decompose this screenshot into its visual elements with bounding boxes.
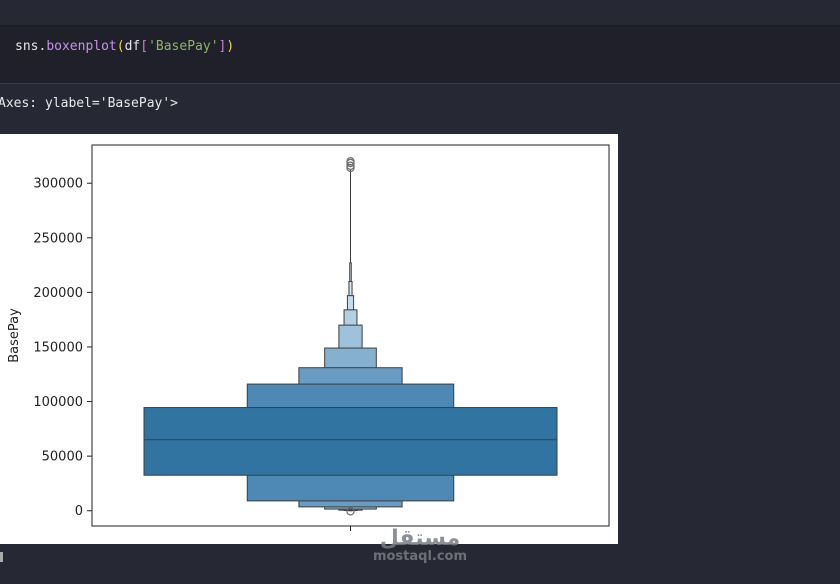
code-arg-key: 'BasePay' xyxy=(148,39,219,54)
code-close-paren: ) xyxy=(226,39,235,54)
cell-marker xyxy=(0,552,3,562)
y-tick-label: 200000 xyxy=(33,286,83,301)
output-repr: Axes: ylabel='BasePay'> xyxy=(0,96,179,111)
watermark-logo: مستقل xyxy=(379,526,461,551)
y-tick-label: 0 xyxy=(75,504,83,519)
watermark: مستقل mostaql.com xyxy=(368,526,472,564)
code-open-bracket: [ xyxy=(140,39,149,54)
code-module: sns xyxy=(15,39,39,54)
code-cell[interactable]: sns.boxenplot(df['BasePay']) xyxy=(0,26,840,84)
y-tick-label: 250000 xyxy=(33,231,83,246)
boxen-box xyxy=(143,407,558,476)
notebook-top-bar xyxy=(0,0,840,26)
plot-output: 0 50000 100000 150000 200000 250000 300000 Base… xyxy=(0,134,618,544)
code-arg-var: df xyxy=(124,39,141,54)
y-tick-label: 100000 xyxy=(33,395,83,410)
code-function: boxenplot xyxy=(46,39,117,54)
y-tick-label: 150000 xyxy=(33,340,83,355)
y-axis-label: BasePay xyxy=(7,308,22,363)
code-open-paren: ( xyxy=(116,39,125,54)
boxen-chart: 0 50000 100000 150000 200000 250000 300000 Base… xyxy=(7,144,610,531)
watermark-url: mostaql.com xyxy=(372,549,468,564)
y-tick-label: 300000 xyxy=(33,177,83,192)
y-tick-label: 50000 xyxy=(42,450,83,465)
code-line[interactable]: sns.boxenplot(df['BasePay']) xyxy=(15,39,234,54)
